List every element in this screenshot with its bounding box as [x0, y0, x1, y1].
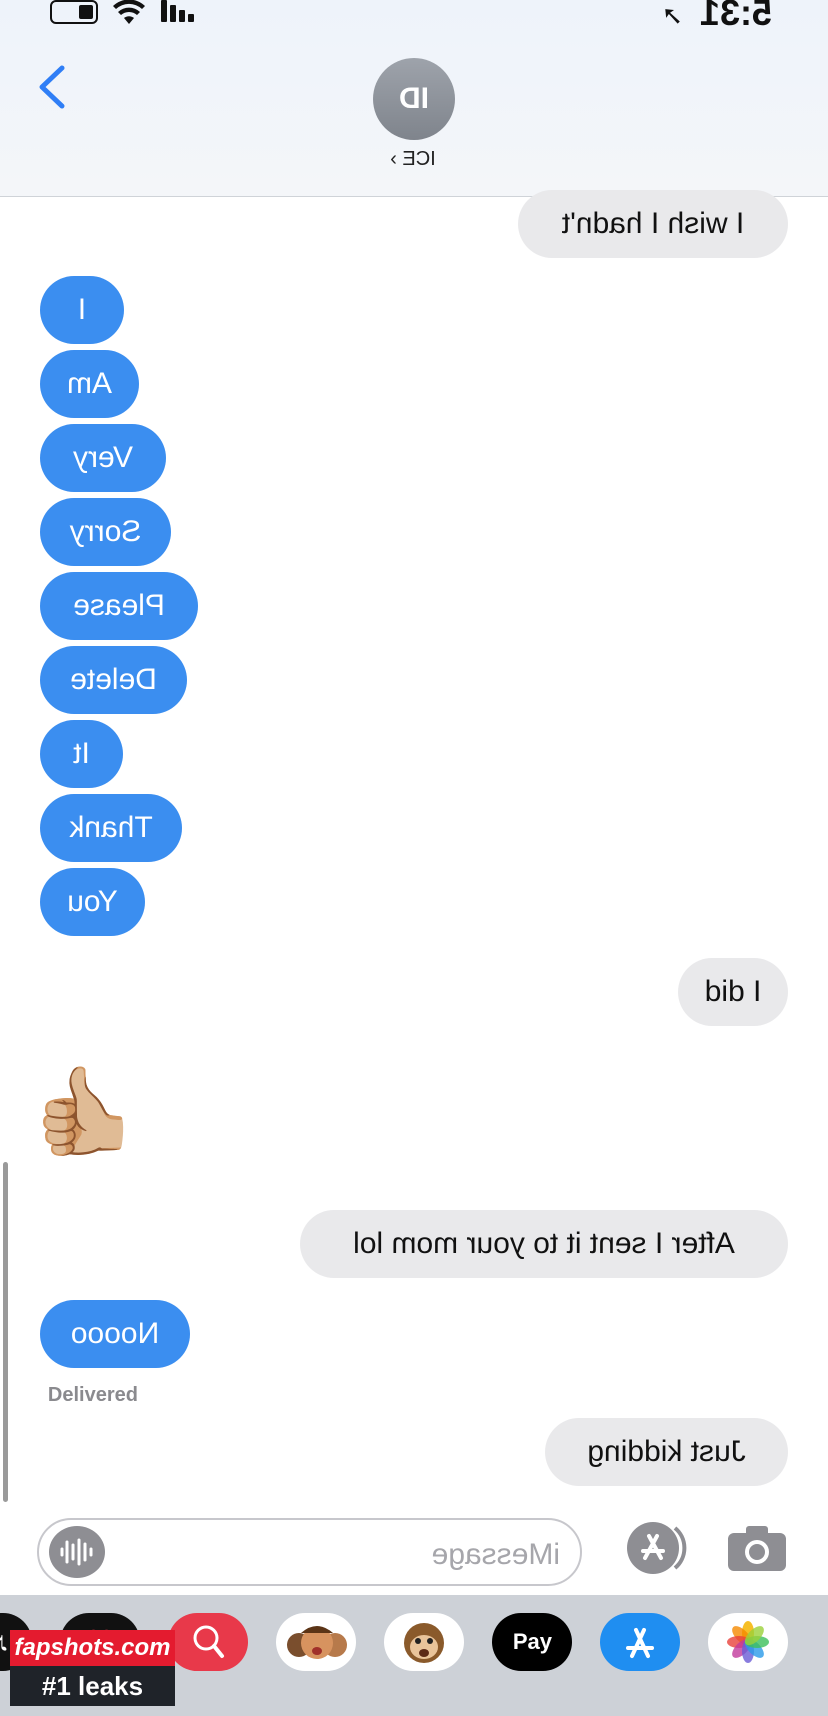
message-placeholder: iMessage [431, 1538, 560, 1571]
message-received[interactable]: Noooo [40, 1300, 190, 1368]
signal-icon [158, 0, 194, 26]
message-received[interactable]: I [40, 276, 124, 344]
web-search-app[interactable] [168, 1613, 248, 1671]
music-icon: ♪ [0, 1626, 9, 1658]
animoji-app[interactable] [384, 1613, 464, 1671]
location-arrow-icon: ➚ [661, 0, 683, 30]
photos-icon [727, 1621, 769, 1663]
input-bar: iMessage [0, 1505, 828, 1595]
contact-avatar[interactable]: ID [373, 58, 455, 140]
message-received[interactable]: Please [40, 572, 198, 640]
message-received[interactable]: It [40, 720, 123, 788]
message-received[interactable]: Am [40, 350, 139, 418]
photos-app[interactable] [708, 1613, 788, 1671]
contact-name[interactable]: ICE › [358, 148, 468, 171]
message-received[interactable]: Delete [40, 646, 187, 714]
memoji-icon [287, 1626, 347, 1659]
camera-button[interactable] [726, 1523, 788, 1573]
apple-pay-app[interactable]: Pay [492, 1613, 572, 1671]
message-sent[interactable]: Just kidding [545, 1418, 788, 1486]
chevron-left-icon [39, 65, 65, 109]
watermark-bottom: #1 leaks [10, 1666, 175, 1706]
message-received[interactable]: Very [40, 424, 166, 492]
delivered-label: Delivered [47, 1384, 138, 1406]
message-received[interactable]: Thank [40, 794, 182, 862]
status-icons [50, 0, 210, 26]
message-sent[interactable]: After I sent it to your mom lol [300, 1210, 788, 1278]
memoji-app[interactable] [276, 1613, 356, 1671]
thumbs-up-icon[interactable]: 👍🏼 [31, 1063, 138, 1159]
conversation-header: 5:31 ➚ ID ICE › [0, 0, 828, 197]
app-store-icon [626, 1628, 654, 1658]
battery-icon [50, 0, 98, 24]
camera-icon [728, 1526, 786, 1571]
app-store-button[interactable] [619, 1520, 689, 1576]
app-store-app[interactable] [600, 1613, 680, 1671]
status-time: 5:31 [699, 0, 772, 33]
site-watermark: fapshots.com #1 leaks [10, 1630, 175, 1706]
message-sent[interactable]: I wish I hadn't [518, 190, 788, 258]
message-received[interactable]: You [40, 868, 145, 936]
message-received[interactable]: Sorry [40, 498, 171, 566]
waveform-icon [60, 1538, 93, 1566]
wifi-icon [113, 0, 145, 24]
audio-button[interactable] [49, 1526, 105, 1578]
message-input[interactable]: iMessage [37, 1518, 582, 1586]
watermark-top: fapshots.com [10, 1630, 175, 1666]
app-store-icon [627, 1522, 687, 1574]
messages-screen: 5:31 ➚ ID ICE › I wish I hadn't I Am Ver… [0, 0, 828, 1716]
web-search-icon [193, 1625, 224, 1658]
back-button[interactable] [34, 64, 65, 109]
apple-pay-label: Pay [512, 1629, 552, 1654]
message-sent[interactable]: I did [678, 958, 788, 1026]
animoji-icon [404, 1623, 444, 1663]
scrollbar[interactable] [3, 1162, 8, 1502]
